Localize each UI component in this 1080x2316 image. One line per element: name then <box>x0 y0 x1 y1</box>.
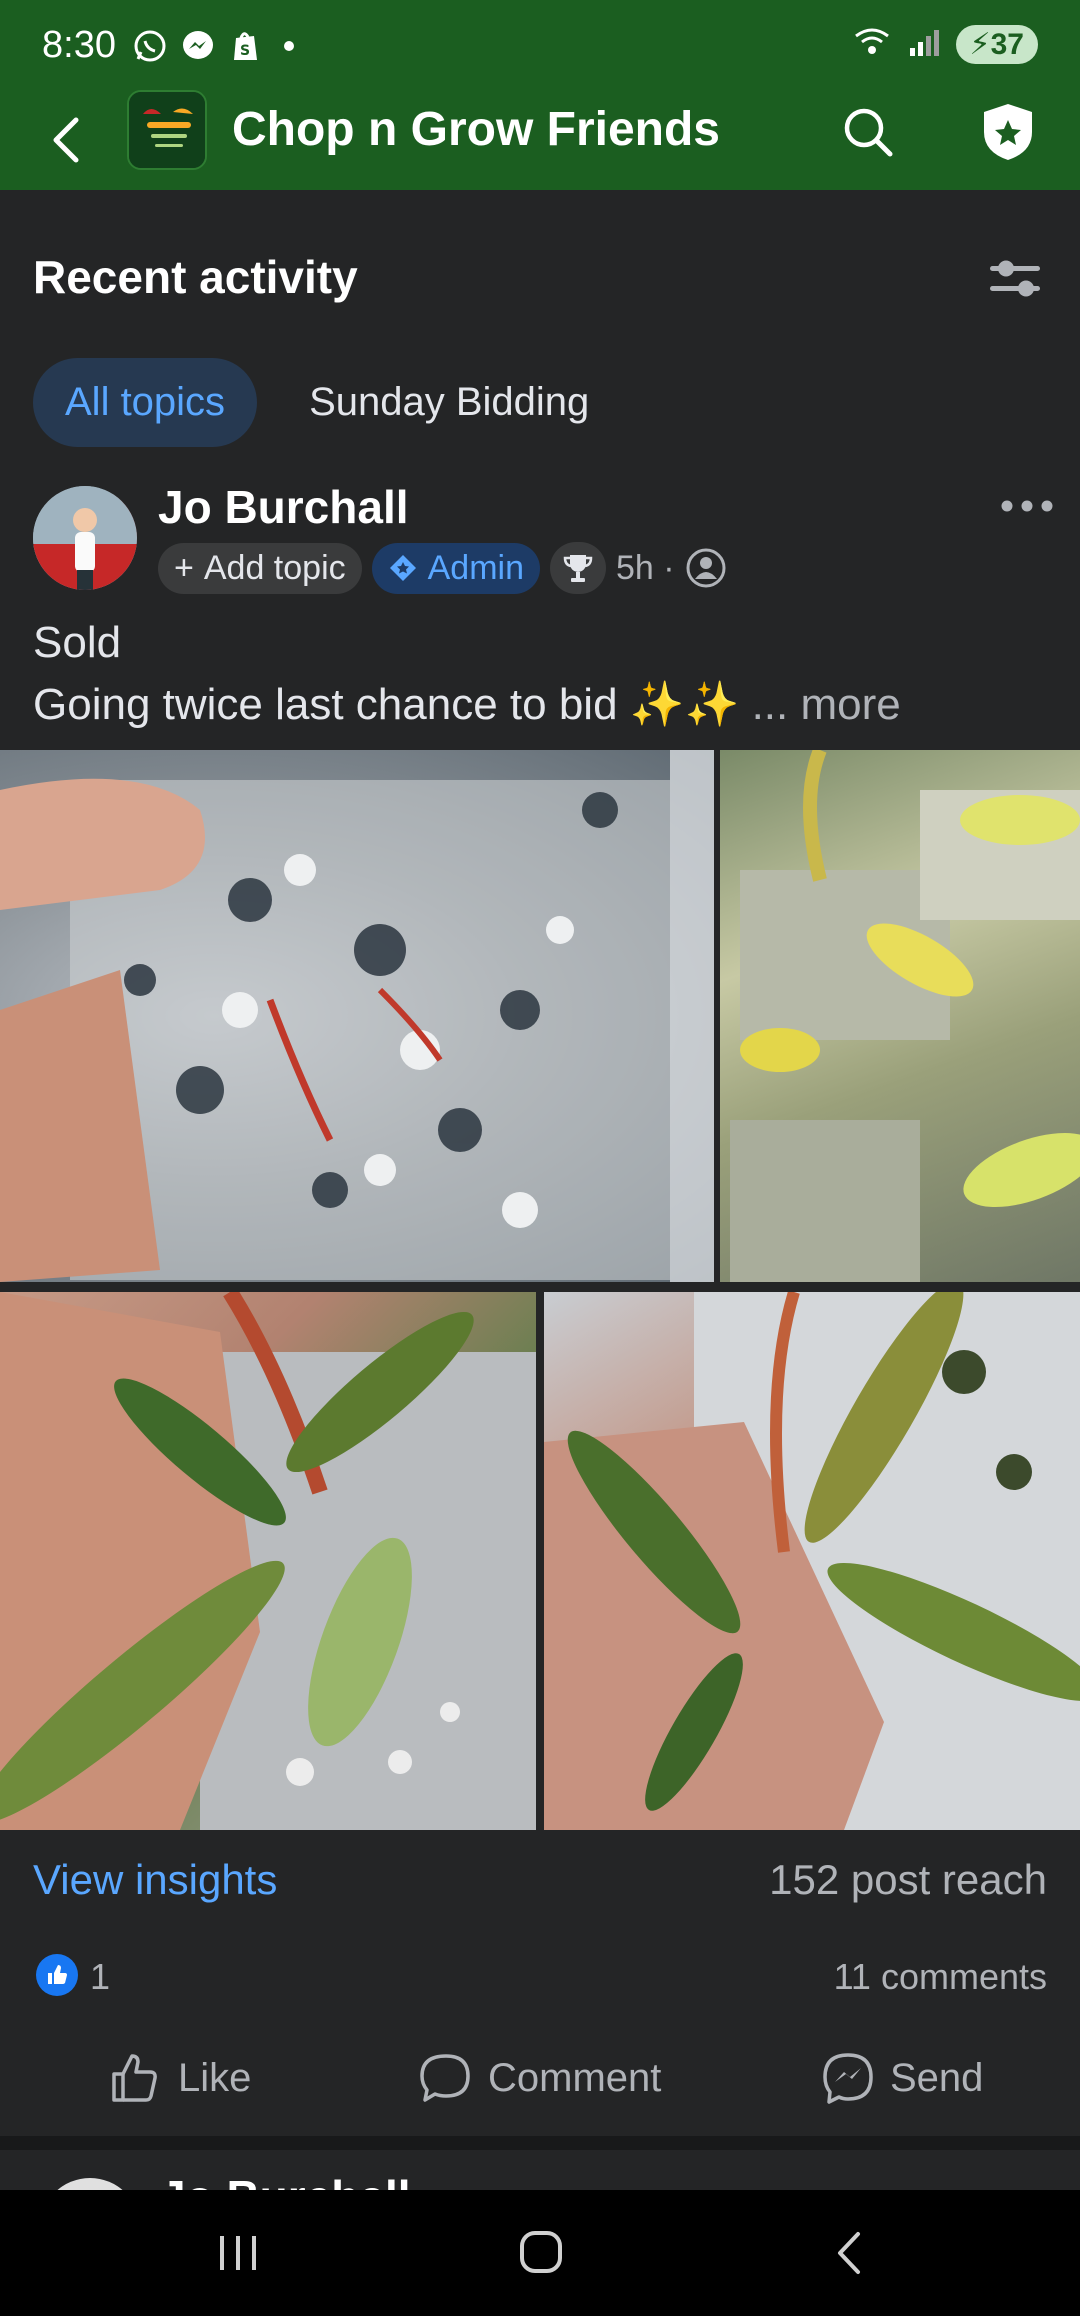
shopify-icon: S <box>228 28 264 64</box>
post-photo-2[interactable] <box>720 750 1080 1282</box>
send-label: Send <box>890 2055 984 2100</box>
wifi-icon <box>852 24 892 65</box>
recent-apps-icon <box>220 2236 256 2270</box>
admin-badge[interactable]: Admin <box>371 542 540 594</box>
back-button[interactable] <box>40 110 90 170</box>
back-arrow-icon <box>838 2232 860 2274</box>
post-photo-1[interactable] <box>0 750 714 1282</box>
system-back-button[interactable] <box>820 2228 880 2278</box>
members-only-icon <box>685 547 727 589</box>
author-avatar[interactable] <box>33 486 137 590</box>
comment-count[interactable]: 11 comments <box>834 1956 1047 1998</box>
like-count[interactable]: 1 <box>90 1956 110 1998</box>
post-body[interactable]: Sold Going twice last chance to bid ✨✨ .… <box>33 612 901 736</box>
next-post-preview: Jo Burchall <box>0 2150 1080 2190</box>
post-meta: + Add topic Admin 5h · <box>158 542 727 594</box>
group-header: Chop n Grow Friends <box>0 90 1080 190</box>
top-contributor-badge[interactable] <box>550 542 606 594</box>
group-avatar[interactable] <box>127 90 207 170</box>
photo-plant-in-hand-1 <box>0 1292 536 1830</box>
post-text-line-1: Sold <box>33 618 122 667</box>
home-button[interactable] <box>510 2228 570 2278</box>
section-title: Recent activity <box>33 251 358 303</box>
trophy-icon <box>563 555 593 582</box>
like-reaction-badge[interactable] <box>36 1954 78 1996</box>
group-logo-image <box>129 92 205 168</box>
post-text-line-2: Going twice last chance to bid ✨✨ ... mo… <box>33 680 901 729</box>
post-photo-4[interactable] <box>544 1292 1080 1830</box>
messenger-send-icon <box>823 2053 873 2104</box>
see-more-link[interactable]: ... more <box>752 680 901 729</box>
recent-apps-button[interactable] <box>208 2228 268 2278</box>
post-photo-3[interactable] <box>0 1292 536 1830</box>
topic-tabs: All topics Sunday Bidding <box>33 358 589 447</box>
admin-tools-button[interactable] <box>980 100 1036 164</box>
thumbs-up-icon <box>112 2054 157 2102</box>
post-options-button[interactable] <box>1000 496 1054 516</box>
comment-button[interactable]: Comment <box>418 2050 661 2106</box>
search-icon <box>844 108 893 157</box>
post-time: 5h · <box>616 548 675 587</box>
signal-icon <box>906 24 942 65</box>
next-post-avatar[interactable] <box>40 2178 140 2190</box>
svg-text:S: S <box>240 43 250 59</box>
photo-roots-in-pot <box>0 750 714 1282</box>
search-button[interactable] <box>840 104 896 160</box>
post-reach: 152 post reach <box>769 1856 1047 1903</box>
battery-level: 37 <box>990 28 1024 61</box>
chevron-left-icon <box>53 117 79 163</box>
comment-label: Comment <box>488 2055 662 2100</box>
comment-bubble-icon <box>420 2054 470 2102</box>
feed-separator <box>0 2136 1080 2150</box>
like-label: Like <box>178 2055 252 2100</box>
next-post-author[interactable]: Jo Burchall <box>160 2170 411 2190</box>
sliders-icon <box>990 260 1040 297</box>
author-photo <box>33 486 137 590</box>
post-actions: Like Comment Send <box>0 2040 1080 2120</box>
status-right: ⚡37 <box>852 24 1038 65</box>
app-top-bar: 8:30 S ⚡37 Chop n Grow Friends <box>0 0 1080 190</box>
thumbs-up-filled-icon <box>48 1965 67 1984</box>
admin-label: Admin <box>427 548 524 587</box>
messenger-icon <box>180 28 216 64</box>
battery-indicator: ⚡37 <box>955 25 1038 64</box>
group-title[interactable]: Chop n Grow Friends <box>232 102 720 157</box>
like-button[interactable]: Like <box>108 2050 251 2106</box>
whatsapp-icon <box>132 28 168 64</box>
home-icon <box>520 2231 562 2273</box>
notification-icons: S <box>132 28 294 64</box>
photo-plant-in-hand-2 <box>544 1292 1080 1830</box>
more-notifications-dot <box>284 41 294 51</box>
view-insights-link[interactable]: View insights <box>33 1856 277 1904</box>
more-horizontal-icon <box>1001 500 1053 512</box>
status-bar: 8:30 S ⚡37 <box>0 0 1080 90</box>
photo-plants-in-pots <box>730 750 1080 1282</box>
filter-button[interactable] <box>986 254 1044 304</box>
status-time: 8:30 <box>42 24 116 66</box>
add-topic-label: Add topic <box>203 548 346 587</box>
plus-icon: + <box>174 548 194 587</box>
tab-sunday-bidding[interactable]: Sunday Bidding <box>309 380 589 425</box>
post-author[interactable]: Jo Burchall <box>158 480 409 534</box>
add-topic-button[interactable]: + Add topic <box>158 542 362 594</box>
shield-star-icon <box>984 104 1032 160</box>
system-navigation-bar <box>0 2190 1080 2316</box>
post-photo-grid <box>0 750 1080 1830</box>
admin-diamond-icon <box>389 555 416 581</box>
send-button[interactable]: Send <box>820 2050 983 2106</box>
tab-all-topics[interactable]: All topics <box>33 358 258 447</box>
